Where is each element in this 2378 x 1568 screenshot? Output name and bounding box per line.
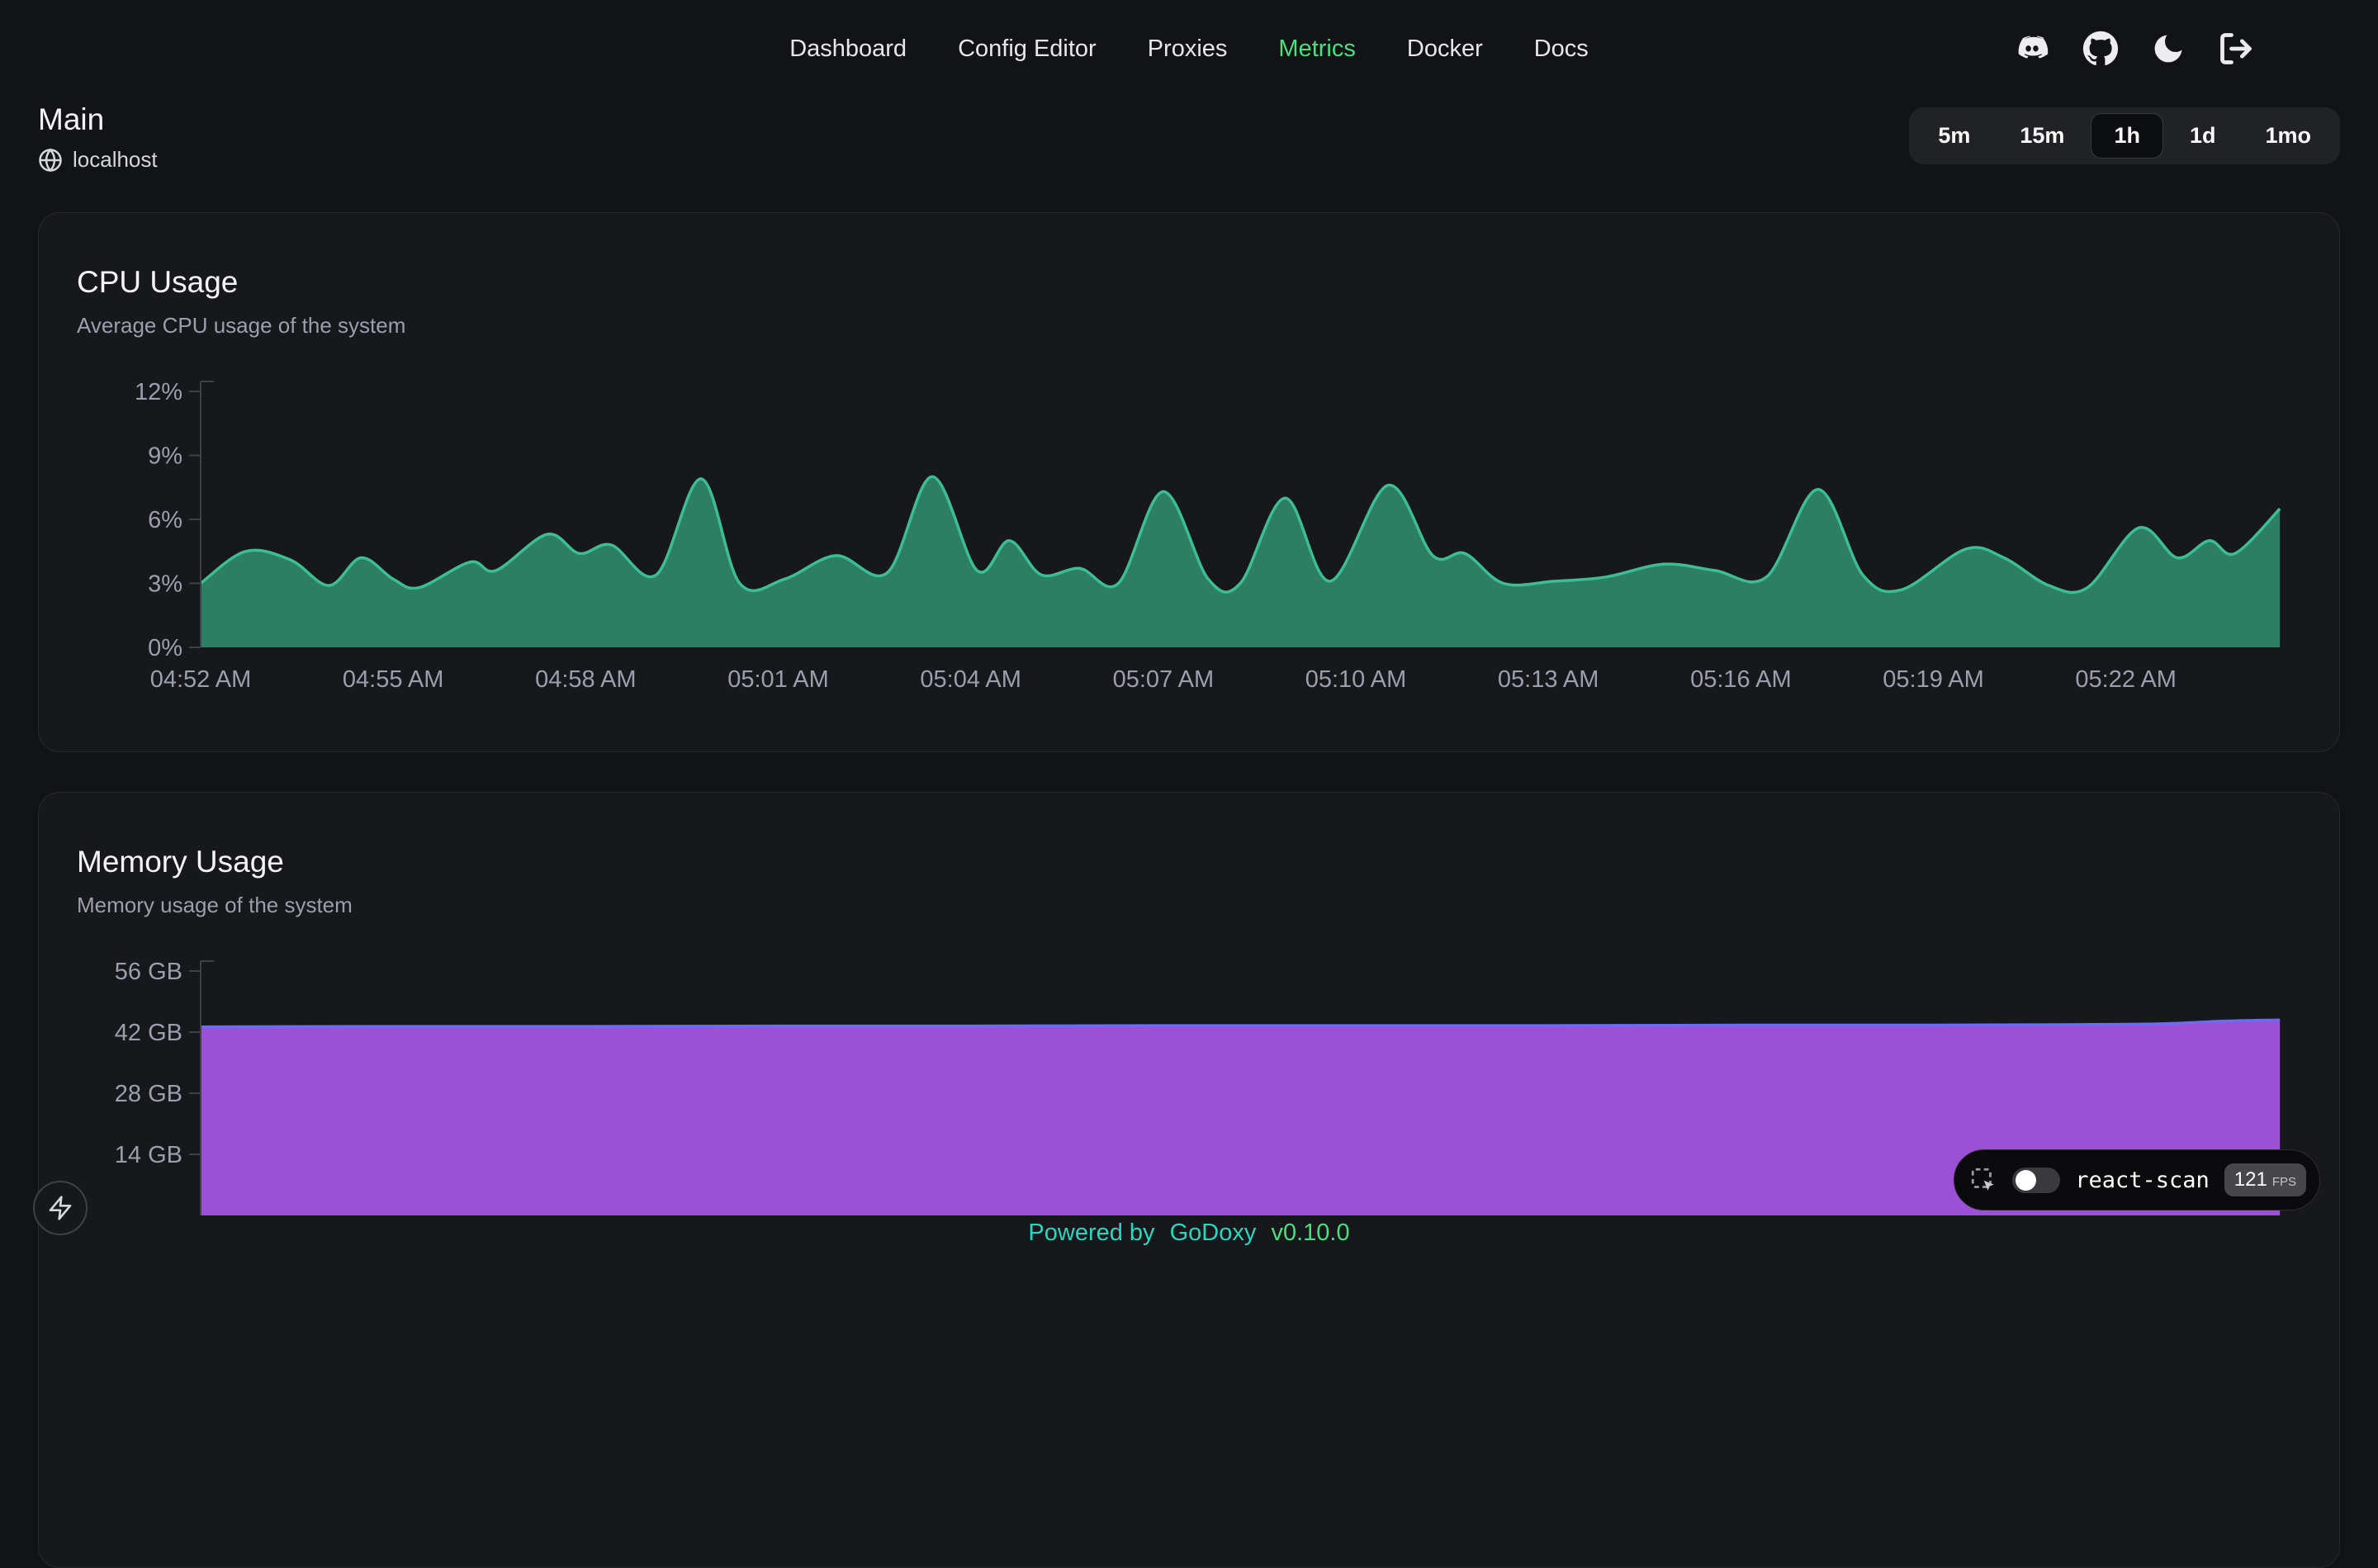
top-nav: Dashboard Config Editor Proxies Metrics … [0,0,2378,97]
memory-usage-chart: 14 GB 28 GB 42 GB 56 GB [77,959,2303,1298]
nav-proxies[interactable]: Proxies [1148,36,1228,63]
time-range-control: 5m 15m 1h 1d 1mo [1909,107,2340,164]
memory-card-subtitle: Memory usage of the system [77,892,2301,918]
svg-text:05:19 AM: 05:19 AM [1883,666,1984,693]
nav-dashboard[interactable]: Dashboard [789,36,907,63]
inspect-icon [1969,1166,1997,1194]
time-range-15m[interactable]: 15m [1997,113,2087,159]
footer-powered-by: Powered by [1028,1220,1154,1246]
github-button[interactable] [2082,31,2119,67]
nav-docs[interactable]: Docs [1534,36,1589,63]
time-range-5m[interactable]: 5m [1915,113,1993,159]
svg-text:04:55 AM: 04:55 AM [343,666,444,693]
nav-links: Dashboard Config Editor Proxies Metrics … [789,36,1589,63]
host-row: localhost [38,147,158,173]
time-range-1h[interactable]: 1h [2091,113,2163,159]
svg-text:6%: 6% [148,507,182,533]
react-scan-toolbar: react-scan 121 FPS [1954,1149,2320,1210]
time-range-1mo[interactable]: 1mo [2242,113,2334,159]
svg-text:14 GB: 14 GB [115,1142,182,1168]
memory-card-title: Memory Usage [77,844,2301,880]
footer-version: v0.10.0 [1271,1220,1349,1246]
svg-text:05:04 AM: 05:04 AM [920,666,1021,693]
inspect-button[interactable] [1969,1166,1997,1194]
fps-value: 121 [2234,1168,2267,1191]
svg-text:04:58 AM: 04:58 AM [535,666,637,693]
svg-text:3%: 3% [148,571,182,598]
dark-mode-moon-icon [2150,31,2186,67]
lightning-icon [47,1195,73,1221]
react-scan-toggle[interactable] [2012,1168,2060,1193]
cpu-usage-chart: 0% 3% 6% 9% 12% 04:52 AM 04:55 AM 04:58 AM 05:01… [77,380,2303,718]
svg-text:05:10 AM: 05:10 AM [1305,666,1407,693]
svg-text:9%: 9% [148,443,182,470]
toggle-knob [2016,1170,2036,1191]
globe-icon [38,148,63,173]
svg-text:12%: 12% [135,380,182,405]
theme-toggle-button[interactable] [2150,31,2186,67]
logout-icon [2218,31,2254,67]
svg-text:05:13 AM: 05:13 AM [1498,666,1599,693]
cpu-usage-card: CPU Usage Average CPU usage of the syste… [38,212,2340,752]
discord-button[interactable] [2013,30,2051,68]
nav-icon-group [2013,30,2254,68]
react-scan-label: react-scan [2075,1168,2210,1193]
discord-icon [2013,30,2051,68]
page-head: Main localhost 5m 15m 1h 1d 1mo [0,97,2378,173]
host-label: localhost [73,147,158,173]
footer: Powered by GoDoxy v0.10.0 [0,1220,2378,1247]
svg-text:56 GB: 56 GB [115,959,182,985]
time-range-1d[interactable]: 1d [2167,113,2239,159]
svg-text:0%: 0% [148,635,182,661]
nav-docker[interactable]: Docker [1407,36,1483,63]
svg-text:28 GB: 28 GB [115,1081,182,1107]
page-title: Main [38,102,158,137]
svg-text:05:01 AM: 05:01 AM [727,666,829,693]
lightning-button[interactable] [33,1181,88,1235]
nav-metrics[interactable]: Metrics [1278,36,1355,63]
cpu-card-subtitle: Average CPU usage of the system [77,312,2301,339]
fps-unit: FPS [2272,1175,2296,1189]
github-icon [2082,31,2119,67]
nav-config-editor[interactable]: Config Editor [958,36,1097,63]
svg-text:05:22 AM: 05:22 AM [2075,666,2177,693]
svg-text:42 GB: 42 GB [115,1020,182,1046]
svg-text:05:07 AM: 05:07 AM [1113,666,1215,693]
cpu-card-title: CPU Usage [77,264,2301,301]
svg-text:04:52 AM: 04:52 AM [150,666,252,693]
svg-text:05:16 AM: 05:16 AM [1690,666,1792,693]
logout-button[interactable] [2218,31,2254,67]
fps-badge: 121 FPS [2224,1163,2306,1196]
godoxy-link[interactable]: GoDoxy [1170,1220,1257,1246]
page-head-left: Main localhost [38,102,158,173]
